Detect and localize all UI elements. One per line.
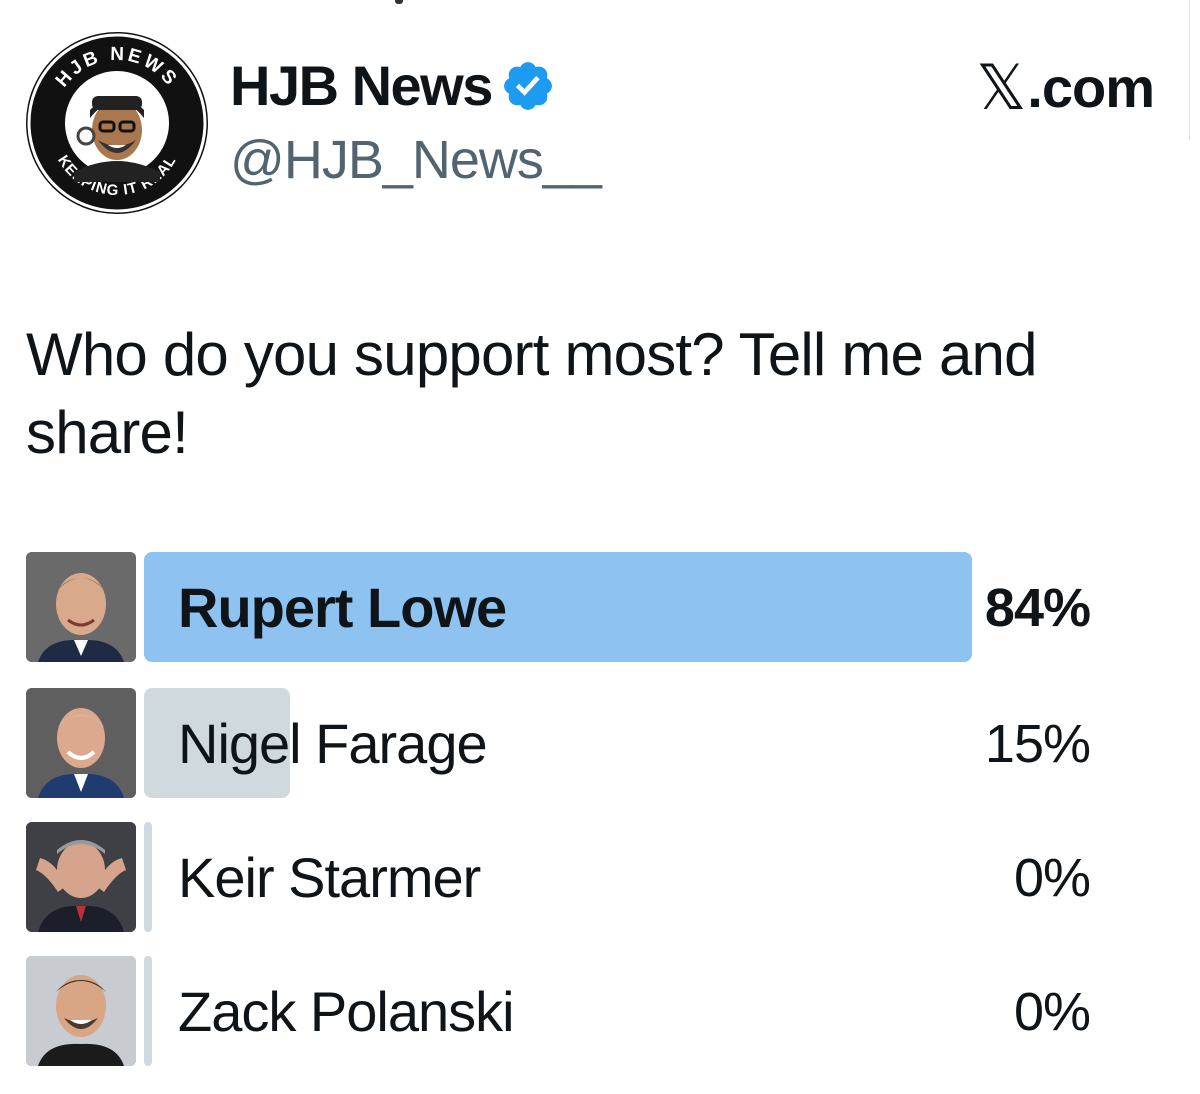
option-label: Zack Polanski: [178, 980, 515, 1043]
poll-option[interactable]: Rupert Lowe 84%: [26, 552, 1096, 664]
option-label: Keir Starmer: [178, 846, 481, 909]
display-name-text[interactable]: HJB News: [230, 54, 493, 118]
option-percent: 15%: [984, 714, 1091, 774]
top-edge-mark: [395, 0, 403, 4]
option-photo: [26, 552, 136, 662]
option-label: Nigel Farage: [178, 712, 488, 775]
poll-option[interactable]: Keir Starmer 0%: [26, 822, 1096, 934]
option-label: Rupert Lowe: [178, 576, 507, 639]
option-result-bar: [144, 822, 152, 932]
option-percent: 0%: [1013, 982, 1091, 1042]
poll-option[interactable]: Nigel Farage 15%: [26, 688, 1096, 800]
option-photo: [26, 688, 136, 798]
verified-badge-icon: [503, 62, 552, 110]
user-handle[interactable]: @HJB_News__: [230, 128, 602, 192]
right-edge-line: [1189, 0, 1190, 140]
option-photo: [26, 956, 136, 1066]
option-result-bar: [144, 956, 152, 1066]
option-percent: 0%: [1013, 848, 1091, 908]
post-text: Who do you support most? Tell me and sha…: [26, 321, 1037, 466]
display-name[interactable]: HJB News: [230, 54, 556, 118]
x-logo-icon: 𝕏: [976, 51, 1026, 124]
avatar[interactable]: HJB NEWS KEEPING IT REAL: [26, 32, 208, 214]
brand-domain: .com: [1027, 56, 1155, 119]
avatar-logo: HJB NEWS KEEPING IT REAL: [27, 33, 207, 213]
poll-option[interactable]: Zack Polanski 0%: [26, 956, 1096, 1068]
option-percent: 84%: [984, 578, 1091, 638]
option-photo: [26, 822, 136, 932]
brand-label: 𝕏 .com: [976, 51, 1155, 124]
